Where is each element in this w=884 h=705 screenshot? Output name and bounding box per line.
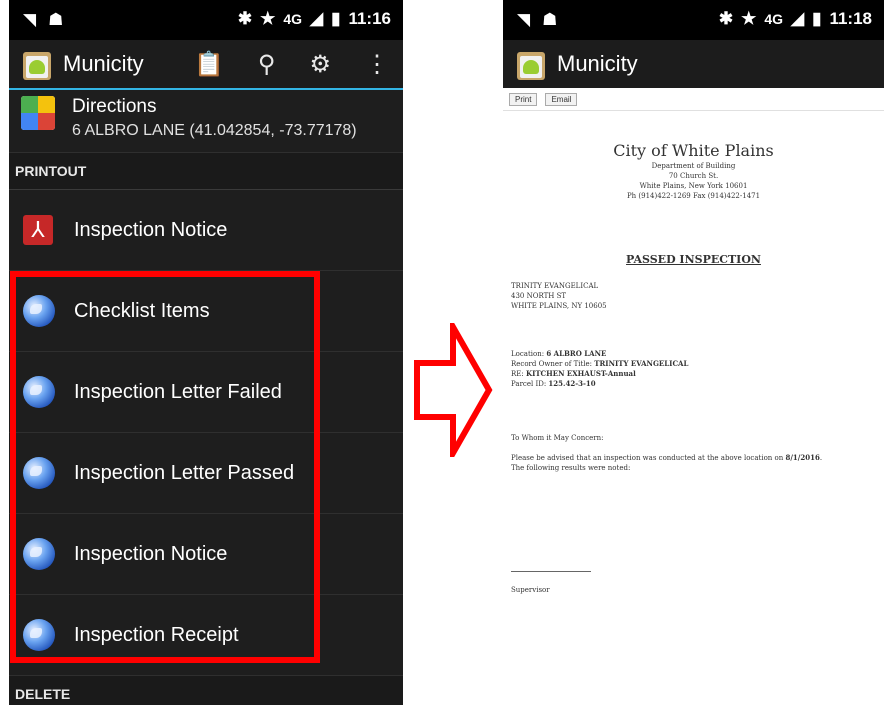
record-owner-line: Record Owner of Title: TRINITY EVANGELIC… <box>511 359 688 369</box>
search-icon[interactable]: ⚲ <box>258 50 276 79</box>
clock: 11:16 <box>348 9 391 28</box>
list-item[interactable]: Inspection Letter Passed <box>9 433 403 514</box>
owner-line: TRINITY EVANGELICAL <box>511 282 599 290</box>
print-button[interactable]: Print <box>509 92 538 106</box>
wifi-icon: ◥ <box>23 10 37 29</box>
app-title: Municity <box>557 51 638 76</box>
left-phone-screen: ◥ ☗ ✱ ★ 4G ◢ ▮ 11:16 Municity 📋 ⚲ ⚙ ⋮ Di… <box>9 0 403 705</box>
email-button[interactable]: Email <box>545 92 578 106</box>
list-item[interactable]: Inspection Letter Failed <box>9 352 403 433</box>
letter-citystate: White Plains, New York 10601 <box>639 182 748 190</box>
delete-section-header: DELETE <box>9 676 403 705</box>
letter-heading: PASSED INSPECTION <box>626 253 761 266</box>
document-toolbar: Print Email <box>503 88 884 111</box>
re-line: RE: KITCHEN EXHAUST-Annual <box>511 369 636 379</box>
municity-logo-icon[interactable] <box>515 48 547 80</box>
signature-line <box>511 571 591 572</box>
bluetooth-icon: ✱ <box>718 9 734 28</box>
signal-icon: ◢ <box>791 9 805 28</box>
globe-icon <box>23 457 55 489</box>
list-item[interactable]: Checklist Items <box>9 271 403 352</box>
android-debug-icon: ☗ <box>542 10 558 29</box>
letter-city-title: City of White Plains <box>613 141 774 160</box>
wifi-icon: ◥ <box>517 10 531 29</box>
list-item[interactable]: Inspection Receipt <box>9 595 403 676</box>
gear-icon[interactable]: ⚙ <box>309 50 331 79</box>
parcel-line: Parcel ID: 125.42-3-10 <box>511 379 596 389</box>
owner-line: WHITE PLAINS, NY 10605 <box>511 302 607 310</box>
globe-icon <box>23 295 55 327</box>
google-maps-icon <box>21 96 55 130</box>
action-bar: Municity <box>503 40 884 90</box>
status-bar: ◥ ☗ ✱ ★ 4G ◢ ▮ 11:18 <box>503 0 884 40</box>
clipboard-icon[interactable]: 📋 <box>194 50 224 79</box>
list-item-label: Inspection Letter Passed <box>74 461 295 484</box>
bluetooth-icon: ✱ <box>237 9 253 28</box>
owner-line: 430 NORTH ST <box>511 292 567 300</box>
body-line: Please be advised that an inspection was… <box>511 453 823 462</box>
directions-row[interactable]: Directions 6 ALBRO LANE (41.042854, -73.… <box>9 90 403 153</box>
action-bar: Municity 📋 ⚲ ⚙ ⋮ <box>9 40 403 90</box>
signature-label: Supervisor <box>511 586 550 594</box>
list-item-label: Inspection Notice <box>74 218 228 241</box>
list-item-label: Checklist Items <box>74 299 210 322</box>
battery-icon: ▮ <box>812 9 822 28</box>
status-bar: ◥ ☗ ✱ ★ 4G ◢ ▮ 11:16 <box>9 0 403 40</box>
globe-icon <box>23 376 55 408</box>
directions-address: 6 ALBRO LANE (41.042854, -73.77178) <box>72 122 357 139</box>
record-value: TRINITY EVANGELICAL <box>594 359 689 368</box>
location-value: 6 ALBRO LANE <box>546 349 607 358</box>
globe-icon <box>23 538 55 570</box>
pdf-icon: ⅄ <box>23 215 53 245</box>
overflow-menu-icon[interactable]: ⋮ <box>365 50 389 79</box>
location-line: Location: 6 ALBRO LANE <box>511 349 606 359</box>
greeting: To Whom it May Concern: <box>511 434 604 442</box>
star-icon: ★ <box>741 9 757 28</box>
location-label: Location: <box>511 350 545 358</box>
list-item-label: Inspection Notice <box>74 542 228 565</box>
directions-title: Directions <box>72 96 157 117</box>
re-label: RE: <box>511 370 524 378</box>
letter-department: Department of Building <box>651 162 736 170</box>
star-icon: ★ <box>260 9 276 28</box>
municity-logo-icon[interactable] <box>21 48 53 80</box>
right-phone-screen: ◥ ☗ ✱ ★ 4G ◢ ▮ 11:18 Municity Print Emai… <box>503 0 884 705</box>
clock: 11:18 <box>829 9 872 28</box>
record-label: Record Owner of Title: <box>511 360 593 368</box>
android-debug-icon: ☗ <box>48 10 64 29</box>
network-type: 4G <box>764 11 784 27</box>
body-line-2: The following results were noted: <box>511 464 631 472</box>
printout-section-header: PRINTOUT <box>9 153 403 190</box>
app-title: Municity <box>63 51 144 76</box>
letter-phone: Ph (914)422-1269 Fax (914)422-1471 <box>626 192 761 200</box>
parcel-value: 125.42-3-10 <box>548 379 596 388</box>
inspection-date: 8/1/2016 <box>785 453 820 462</box>
list-item[interactable]: Inspection Notice <box>9 514 403 595</box>
body-text: Please be advised that an inspection was… <box>511 454 784 462</box>
globe-icon <box>23 619 55 651</box>
document-view: Print Email City of White Plains Departm… <box>503 88 884 705</box>
letter-street: 70 Church St. <box>668 172 719 180</box>
list-item-pdf-inspection-notice[interactable]: ⅄ Inspection Notice <box>9 190 403 271</box>
arrow-right-icon <box>414 323 493 457</box>
list-item-label: Inspection Letter Failed <box>74 380 282 403</box>
list-item-label: Inspection Receipt <box>74 623 239 646</box>
signal-icon: ◢ <box>310 9 324 28</box>
battery-icon: ▮ <box>331 9 341 28</box>
re-value: KITCHEN EXHAUST-Annual <box>525 369 636 378</box>
parcel-label: Parcel ID: <box>511 380 547 388</box>
network-type: 4G <box>283 11 303 27</box>
